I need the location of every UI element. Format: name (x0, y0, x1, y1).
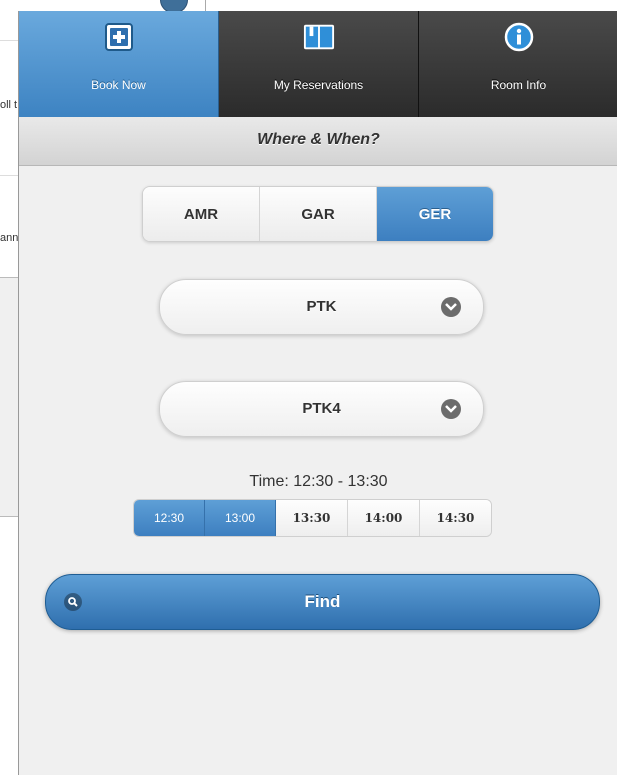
find-button[interactable]: Find (45, 574, 600, 630)
time-slot-1430[interactable]: 14:30 (420, 500, 491, 536)
background-row: ann (0, 174, 20, 278)
navbar: Book Now My Reservations Room Info (19, 11, 617, 117)
building-selector: AMR GAR GER (142, 186, 494, 242)
background-row-text: ann (0, 232, 19, 244)
booking-app: Book Now My Reservations Room Info Where… (18, 11, 617, 775)
background-row: oll t (0, 40, 20, 176)
building-option-gar[interactable]: GAR (260, 187, 377, 241)
background-page: oll t ann (0, 0, 20, 775)
chevron-down-icon (441, 297, 461, 317)
room-select-value: PTK4 (302, 400, 341, 417)
background-panel (0, 277, 20, 517)
building-option-ger[interactable]: GER (377, 187, 493, 241)
room-select[interactable]: PTK4 (159, 381, 484, 437)
time-slot-1300[interactable]: 13:00 (205, 500, 276, 536)
info-circle-icon (503, 21, 535, 53)
page-title: Where & When? (19, 117, 617, 166)
building-option-amr[interactable]: AMR (143, 187, 260, 241)
tab-book-now[interactable]: Book Now (19, 11, 219, 117)
tab-label: My Reservations (273, 78, 364, 92)
book-icon (303, 21, 335, 53)
time-slot-selector: 12:30 13:00 13:30 14:00 14:30 (133, 499, 492, 537)
tab-my-reservations[interactable]: My Reservations (219, 11, 419, 117)
tab-label: Book Now (91, 78, 146, 92)
time-slot-1330[interactable]: 13:30 (276, 500, 348, 536)
chevron-down-icon (441, 399, 461, 419)
floor-select-value: PTK (306, 298, 337, 315)
time-slot-1230[interactable]: 12:30 (134, 500, 205, 536)
background-row-text: oll t (0, 99, 18, 111)
tab-room-info[interactable]: Room Info (419, 11, 617, 117)
tab-label: Room Info (490, 78, 547, 92)
find-button-label: Find (304, 592, 341, 611)
time-range-label: Time: 12:30 - 13:30 (249, 473, 388, 490)
floor-select[interactable]: PTK (159, 279, 484, 335)
time-slot-1400[interactable]: 14:00 (348, 500, 420, 536)
plus-square-icon (103, 21, 135, 53)
